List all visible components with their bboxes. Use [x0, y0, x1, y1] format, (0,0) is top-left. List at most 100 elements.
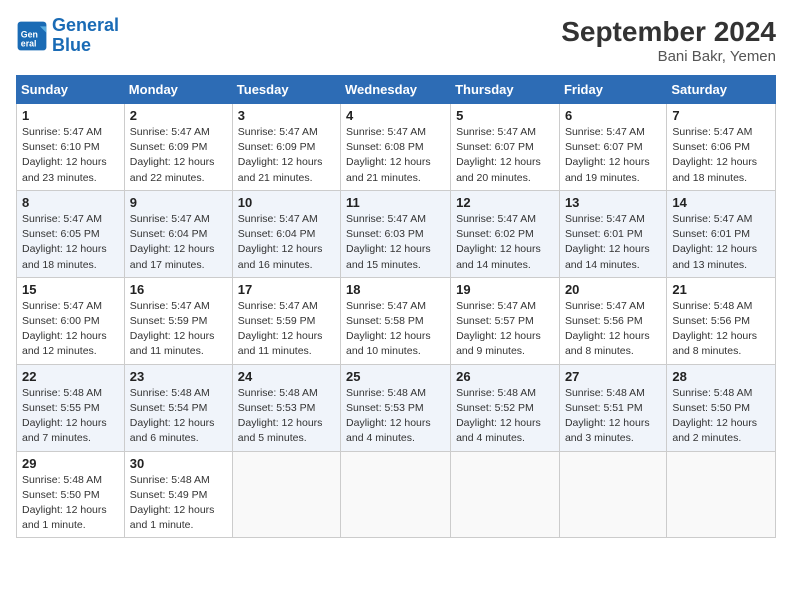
- day-number: 7: [672, 108, 770, 123]
- calendar-cell: [667, 451, 776, 538]
- month-year: September 2024: [561, 16, 776, 48]
- day-info: Sunrise: 5:47 AMSunset: 5:59 PMDaylight:…: [238, 299, 335, 360]
- day-info: Sunrise: 5:48 AMSunset: 5:51 PMDaylight:…: [565, 386, 661, 447]
- day-number: 8: [22, 195, 119, 210]
- day-info: Sunrise: 5:47 AMSunset: 5:59 PMDaylight:…: [130, 299, 227, 360]
- calendar-week-row: 8 Sunrise: 5:47 AMSunset: 6:05 PMDaylight…: [17, 190, 776, 277]
- header-sunday: Sunday: [17, 76, 125, 104]
- page-header: Gen eral General Blue September 2024 Ban…: [16, 16, 776, 65]
- calendar-week-row: 1 Sunrise: 5:47 AMSunset: 6:10 PMDaylight…: [17, 104, 776, 191]
- calendar-cell: 27 Sunrise: 5:48 AMSunset: 5:51 PMDayligh…: [559, 364, 666, 451]
- header-wednesday: Wednesday: [341, 76, 451, 104]
- logo-icon: Gen eral: [16, 20, 48, 52]
- calendar-cell: 13 Sunrise: 5:47 AMSunset: 6:01 PMDayligh…: [559, 190, 666, 277]
- calendar-cell: 19Sunrise: 5:47 AMSunset: 5:57 PMDayligh…: [451, 277, 560, 364]
- calendar-cell: 3 Sunrise: 5:47 AMSunset: 6:09 PMDaylight…: [232, 104, 340, 191]
- day-number: 18: [346, 282, 445, 297]
- day-number: 13: [565, 195, 661, 210]
- calendar-week-row: 22Sunrise: 5:48 AMSunset: 5:55 PMDayligh…: [17, 364, 776, 451]
- calendar-cell: 9 Sunrise: 5:47 AMSunset: 6:04 PMDaylight…: [124, 190, 232, 277]
- calendar-header-row: SundayMondayTuesdayWednesdayThursdayFrid…: [17, 76, 776, 104]
- svg-text:eral: eral: [21, 38, 37, 48]
- day-info: Sunrise: 5:47 AMSunset: 5:57 PMDaylight:…: [456, 299, 554, 360]
- calendar-cell: [232, 451, 340, 538]
- calendar-cell: 10 Sunrise: 5:47 AMSunset: 6:04 PMDayligh…: [232, 190, 340, 277]
- calendar-cell: 12 Sunrise: 5:47 AMSunset: 6:02 PMDayligh…: [451, 190, 560, 277]
- day-number: 2: [130, 108, 227, 123]
- calendar-cell: [451, 451, 560, 538]
- calendar-cell: 22Sunrise: 5:48 AMSunset: 5:55 PMDayligh…: [17, 364, 125, 451]
- day-info: Sunrise: 5:48 AMSunset: 5:56 PMDaylight:…: [672, 299, 770, 360]
- header-friday: Friday: [559, 76, 666, 104]
- day-info: Sunrise: 5:48 AMSunset: 5:50 PMDaylight:…: [22, 473, 119, 534]
- day-number: 4: [346, 108, 445, 123]
- calendar-cell: [341, 451, 451, 538]
- calendar-cell: 2 Sunrise: 5:47 AMSunset: 6:09 PMDaylight…: [124, 104, 232, 191]
- calendar-cell: 11 Sunrise: 5:47 AMSunset: 6:03 PMDayligh…: [341, 190, 451, 277]
- calendar-week-row: 15Sunrise: 5:47 AMSunset: 6:00 PMDayligh…: [17, 277, 776, 364]
- day-number: 29: [22, 456, 119, 471]
- day-info: Sunrise: 5:47 AMSunset: 6:08 PMDaylight:…: [346, 125, 445, 186]
- day-info: Sunrise: 5:47 AMSunset: 6:04 PMDaylight:…: [130, 212, 227, 273]
- calendar-cell: 5Sunrise: 5:47 AMSunset: 6:07 PMDaylight…: [451, 104, 560, 191]
- calendar-cell: 7Sunrise: 5:47 AMSunset: 6:06 PMDaylight…: [667, 104, 776, 191]
- day-info: Sunrise: 5:47 AMSunset: 6:10 PMDaylight:…: [22, 125, 119, 186]
- calendar-cell: 4 Sunrise: 5:47 AMSunset: 6:08 PMDaylight…: [341, 104, 451, 191]
- day-info: Sunrise: 5:48 AMSunset: 5:53 PMDaylight:…: [346, 386, 445, 447]
- day-number: 12: [456, 195, 554, 210]
- day-info: Sunrise: 5:47 AMSunset: 6:05 PMDaylight:…: [22, 212, 119, 273]
- day-info: Sunrise: 5:47 AMSunset: 6:02 PMDaylight:…: [456, 212, 554, 273]
- day-number: 3: [238, 108, 335, 123]
- day-number: 10: [238, 195, 335, 210]
- calendar-cell: 18Sunrise: 5:47 AMSunset: 5:58 PMDayligh…: [341, 277, 451, 364]
- day-info: Sunrise: 5:47 AMSunset: 6:09 PMDaylight:…: [130, 125, 227, 186]
- logo: Gen eral General Blue: [16, 16, 119, 56]
- day-number: 17: [238, 282, 335, 297]
- day-number: 11: [346, 195, 445, 210]
- header-tuesday: Tuesday: [232, 76, 340, 104]
- day-info: Sunrise: 5:48 AMSunset: 5:52 PMDaylight:…: [456, 386, 554, 447]
- calendar-week-row: 29 Sunrise: 5:48 AMSunset: 5:50 PMDayligh…: [17, 451, 776, 538]
- day-number: 30: [130, 456, 227, 471]
- day-info: Sunrise: 5:47 AMSunset: 6:04 PMDaylight:…: [238, 212, 335, 273]
- day-info: Sunrise: 5:47 AMSunset: 5:56 PMDaylight:…: [565, 299, 661, 360]
- day-number: 27: [565, 369, 661, 384]
- day-info: Sunrise: 5:48 AMSunset: 5:50 PMDaylight:…: [672, 386, 770, 447]
- calendar-table: SundayMondayTuesdayWednesdayThursdayFrid…: [16, 75, 776, 538]
- day-number: 28: [672, 369, 770, 384]
- calendar-cell: 28 Sunrise: 5:48 AMSunset: 5:50 PMDayligh…: [667, 364, 776, 451]
- day-number: 21: [672, 282, 770, 297]
- header-monday: Monday: [124, 76, 232, 104]
- header-thursday: Thursday: [451, 76, 560, 104]
- day-number: 14: [672, 195, 770, 210]
- day-info: Sunrise: 5:47 AMSunset: 6:01 PMDaylight:…: [565, 212, 661, 273]
- calendar-cell: 26Sunrise: 5:48 AMSunset: 5:52 PMDayligh…: [451, 364, 560, 451]
- logo-general: General: [52, 15, 119, 35]
- location: Bani Bakr, Yemen: [561, 48, 776, 65]
- calendar-cell: 17 Sunrise: 5:47 AMSunset: 5:59 PMDayligh…: [232, 277, 340, 364]
- day-info: Sunrise: 5:48 AMSunset: 5:53 PMDaylight:…: [238, 386, 335, 447]
- calendar-cell: 8 Sunrise: 5:47 AMSunset: 6:05 PMDaylight…: [17, 190, 125, 277]
- day-info: Sunrise: 5:47 AMSunset: 6:03 PMDaylight:…: [346, 212, 445, 273]
- calendar-cell: 29 Sunrise: 5:48 AMSunset: 5:50 PMDayligh…: [17, 451, 125, 538]
- day-number: 1: [22, 108, 119, 123]
- title-block: September 2024 Bani Bakr, Yemen: [561, 16, 776, 65]
- day-number: 6: [565, 108, 661, 123]
- calendar-cell: 6Sunrise: 5:47 AMSunset: 6:07 PMDaylight…: [559, 104, 666, 191]
- day-number: 23: [130, 369, 227, 384]
- calendar-cell: 20Sunrise: 5:47 AMSunset: 5:56 PMDayligh…: [559, 277, 666, 364]
- calendar-cell: [559, 451, 666, 538]
- day-number: 15: [22, 282, 119, 297]
- day-number: 24: [238, 369, 335, 384]
- day-info: Sunrise: 5:47 AMSunset: 6:01 PMDaylight:…: [672, 212, 770, 273]
- day-info: Sunrise: 5:48 AMSunset: 5:55 PMDaylight:…: [22, 386, 119, 447]
- day-number: 9: [130, 195, 227, 210]
- day-number: 5: [456, 108, 554, 123]
- day-info: Sunrise: 5:48 AMSunset: 5:54 PMDaylight:…: [130, 386, 227, 447]
- calendar-cell: 15Sunrise: 5:47 AMSunset: 6:00 PMDayligh…: [17, 277, 125, 364]
- header-saturday: Saturday: [667, 76, 776, 104]
- day-info: Sunrise: 5:47 AMSunset: 6:09 PMDaylight:…: [238, 125, 335, 186]
- day-number: 16: [130, 282, 227, 297]
- logo-blue: Blue: [52, 35, 91, 55]
- day-info: Sunrise: 5:48 AMSunset: 5:49 PMDaylight:…: [130, 473, 227, 534]
